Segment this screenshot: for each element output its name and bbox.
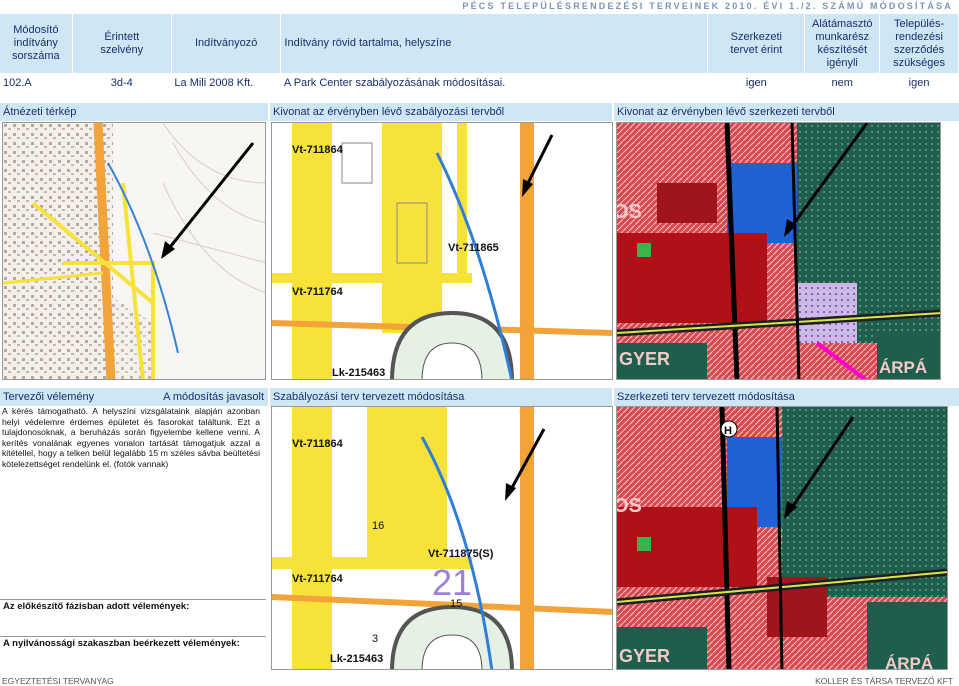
cell-supporting: nem — [831, 77, 853, 89]
map-label-gyer: GYER — [619, 349, 670, 369]
map-label-16: 16 — [372, 520, 384, 532]
section-struct-change: Szerkezeti terv tervezett módosítása — [614, 388, 959, 406]
cell-sheet: 3d-4 — [110, 77, 133, 89]
public-opinions-label: A nyilvánossági szakaszban beérkezett vé… — [0, 636, 266, 654]
map-label-os: OS — [617, 201, 642, 223]
map-label-vt1: Vt-711864 — [292, 144, 344, 156]
section-planner-opinion: Tervezői vélemény A módosítás javasolt — [0, 388, 268, 406]
col-contract: Település-rendezési szerződés szükséges — [879, 14, 959, 73]
map-label-vt3: Vt-711764 — [292, 286, 344, 298]
regulation-change-map: Vt-711864 Vt-711875(S) 21 16 15 Vt-71176… — [271, 406, 613, 670]
col-id: Módosító indítvány sorszáma — [0, 14, 73, 73]
structural-change-map: H OS GYER ÁRPÁ — [616, 406, 948, 670]
cell-contract: igen — [908, 77, 930, 89]
cell-proposer: La Mili 2008 Kft. — [174, 77, 254, 89]
section-overview: Átnézeti térkép — [0, 103, 268, 121]
map-label-h: H — [724, 425, 732, 437]
footer-left: EGYEZTETÉSI TERVANYAG — [2, 676, 114, 686]
footer-right: KOLLER ÉS TÁRSA TERVEZŐ KFT — [815, 676, 953, 686]
map-label-15: 15 — [450, 598, 462, 610]
regulation-extract-map: Vt-711864 Vt-711865 Vt-711764 Lk-215463 — [271, 122, 613, 380]
col-structural: Szerkezeti tervet érint — [707, 14, 806, 73]
map-label-3: 3 — [372, 633, 378, 645]
map-label-gyer-new: GYER — [619, 646, 670, 666]
cell-id: 102.A — [3, 77, 32, 89]
map-label-vt-new: Vt-711875(S) — [428, 548, 494, 560]
document-title: PÉCS TELEPÜLÉSRENDEZÉSI TERVEINEK 2010. … — [462, 1, 953, 11]
map-label-arpa: ÁRPÁ — [879, 358, 927, 377]
map-label-vt3-new: Vt-711764 — [292, 573, 344, 585]
planner-opinion-text: A kérés támogatható. A helyszíni vizsgál… — [2, 406, 260, 469]
header-strip: PÉCS TELEPÜLÉSRENDEZÉSI TERVEINEK 2010. … — [0, 0, 959, 14]
cell-content: A Park Center szabályozásának módosítása… — [283, 77, 506, 89]
map-label-21: 21 — [432, 562, 472, 603]
preliminary-opinions-label: Az előkészítő fázisban adott vélemények: — [0, 599, 266, 617]
planner-opinion-label: Tervezői vélemény — [3, 391, 95, 403]
map-label-vt2: Vt-711865 — [448, 242, 499, 254]
map-label-arpa-new: ÁRPÁ — [885, 654, 933, 670]
overview-map — [2, 122, 266, 380]
col-supporting: Alátámasztó munkarész készítését igényli — [804, 14, 881, 73]
map-label-vt1-new: Vt-711864 — [292, 438, 344, 450]
map-label-lk-new: Lk-215463 — [330, 653, 383, 665]
structural-extract-map: OS GYER ÁRPÁ — [616, 122, 941, 380]
map-label-lk: Lk-215463 — [332, 367, 385, 379]
map-label-os-new: OS — [617, 495, 642, 517]
table-header-row: Módosító indítvány sorszáma Érintett szelvé… — [0, 14, 959, 73]
col-proposer: Indítványozó — [171, 14, 282, 73]
cell-structural: igen — [745, 77, 767, 89]
col-content: Indítvány rövid tartalma, helyszíne — [280, 14, 709, 73]
proposal-table: Módosító indítvány sorszáma Érintett szelvé… — [0, 14, 959, 93]
section-reg-extract: Kivonat az érvényben lévő szabályozási t… — [270, 103, 612, 121]
section-struct-extract: Kivonat az érvényben lévő szerkezeti ter… — [614, 103, 959, 121]
table-row: 102.A 3d-4 La Mili 2008 Kft. A Park Cent… — [0, 73, 959, 93]
section-reg-change: Szabályozási terv tervezett módosítása — [270, 388, 612, 406]
suggested-label: A módosítás javasolt — [163, 391, 264, 403]
col-sheet: Érintett szelvény — [72, 14, 172, 73]
